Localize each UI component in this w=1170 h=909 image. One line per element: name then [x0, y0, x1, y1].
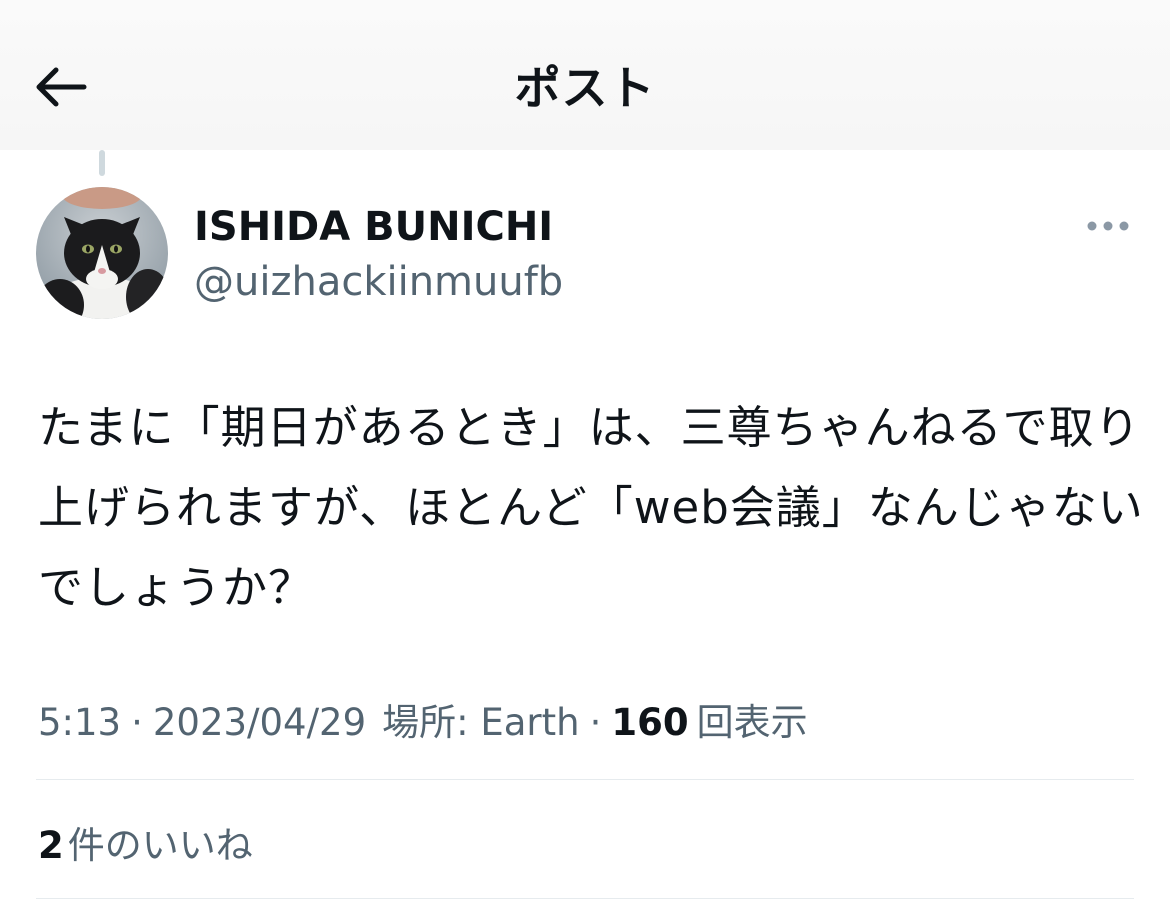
post-meta: 5:13 · 2023/04/29 場所: Earth · 160 回表示 [38, 692, 808, 746]
cat-avatar-icon [36, 187, 168, 319]
divider [36, 779, 1134, 780]
post-location: 場所: Earth [382, 701, 580, 744]
meta-separator: · [131, 701, 143, 744]
post-time[interactable]: 5:13 [38, 701, 121, 744]
likes-link[interactable]: 2 件のいいね [38, 815, 253, 869]
divider [36, 898, 1134, 899]
more-horizontal-icon [1087, 221, 1129, 231]
likes-label: 件のいいね [67, 824, 253, 867]
avatar[interactable] [36, 187, 168, 319]
views-label: 回表示 [696, 701, 808, 744]
meta-separator: · [589, 701, 602, 744]
post-text-line: でしょうか？ [38, 561, 315, 614]
views-count: 160 [611, 701, 689, 744]
post-detail-screen: ポスト ISHIDA BUNICHI @uizhackiinmuufb たまに「… [0, 0, 1170, 909]
top-bar: ポスト [0, 0, 1170, 150]
author-name[interactable]: ISHIDA BUNICHI [194, 204, 553, 250]
author-handle[interactable]: @uizhackiinmuufb [194, 259, 563, 305]
more-options-button[interactable] [1080, 208, 1136, 244]
thread-connector-line [99, 150, 105, 176]
likes-count: 2 [38, 824, 64, 867]
post-text-line: たまに「期日があるとき」は、三尊ちゃんねるで取り [38, 401, 1141, 454]
post-date[interactable]: 2023/04/29 [153, 701, 366, 744]
post-text-line: 上げられますが、ほとんど「web会議」なんじゃない [38, 481, 1144, 534]
post-text: たまに「期日があるとき」は、三尊ちゃんねるで取り 上げられますが、ほとんど「we… [38, 388, 1144, 628]
page-title: ポスト [514, 61, 656, 115]
